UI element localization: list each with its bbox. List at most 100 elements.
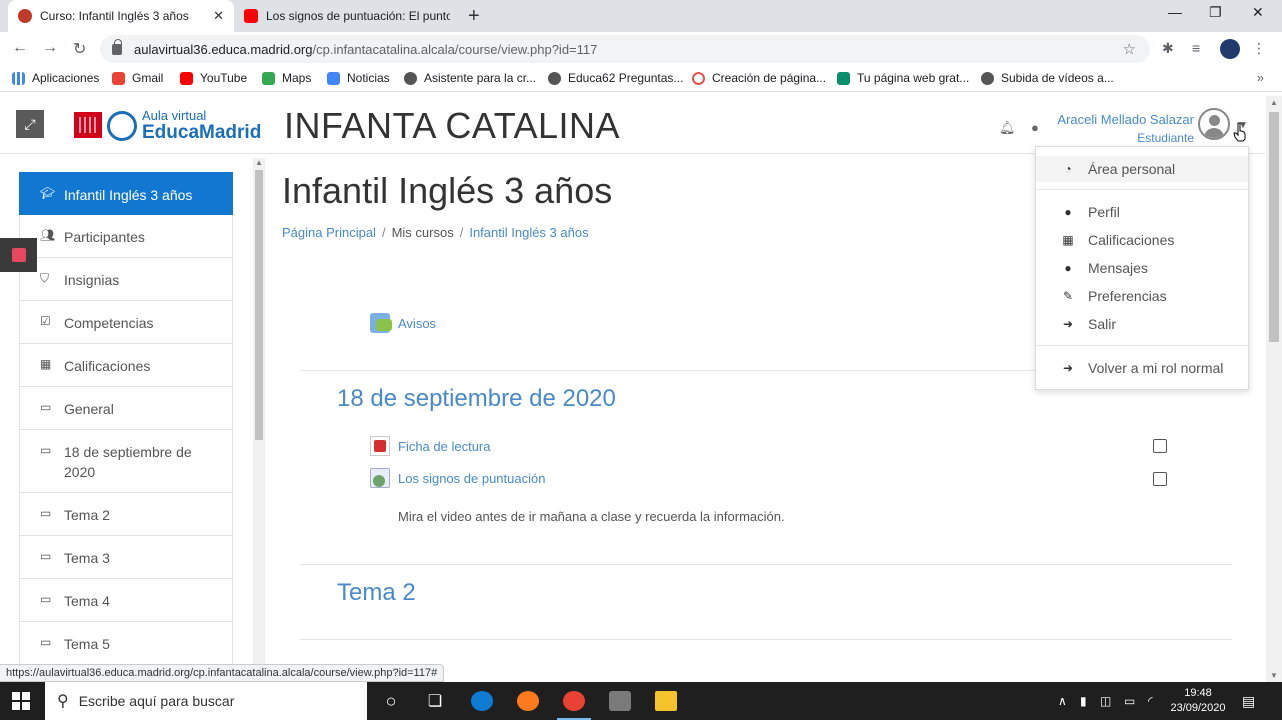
- activity-ficha-lectura[interactable]: Ficha de lectura: [370, 436, 491, 456]
- bookmark-gmail[interactable]: Gmail: [112, 71, 163, 85]
- activity-avisos[interactable]: Avisos: [370, 313, 436, 333]
- bookmark-star-icon[interactable]: ☆: [1123, 40, 1136, 58]
- sidebar-item-tema-4[interactable]: ▭ Tema 4: [19, 579, 233, 622]
- tray-expand-icon[interactable]: ∧: [1058, 694, 1067, 708]
- bookmark-educa62[interactable]: Educa62 Preguntas...: [548, 71, 683, 85]
- sidebar-item-tema-5[interactable]: ▭ Tema 5: [19, 622, 233, 665]
- sidebar-item-competencias[interactable]: ☑ Competencias: [19, 301, 233, 344]
- user-icon: ●: [1064, 205, 1072, 219]
- sidebar-item-calificaciones[interactable]: ▦ Calificaciones: [19, 344, 233, 387]
- back-icon[interactable]: ←: [12, 39, 28, 57]
- globe-icon: [404, 71, 417, 85]
- sidebar-scrollbar[interactable]: ▲: [253, 158, 265, 682]
- restore-icon[interactable]: ❐: [1209, 4, 1222, 21]
- scrollbar-thumb[interactable]: [255, 170, 263, 440]
- lock-icon: [112, 38, 122, 55]
- bookmark-asistente[interactable]: Asistente para la cr...: [404, 71, 536, 85]
- sidebar-item-participantes[interactable]: 👥︎ Participantes: [19, 215, 233, 258]
- folder-icon: ▭: [40, 506, 52, 520]
- sidebar-item-label: Competencias: [64, 315, 154, 331]
- course-title: Infantil Inglés 3 años: [282, 170, 613, 211]
- task-view-icon[interactable]: ❏: [424, 691, 446, 711]
- window-close-icon[interactable]: ✕: [1252, 4, 1264, 21]
- breadcrumb-course[interactable]: Infantil Inglés 3 años: [469, 225, 588, 240]
- bookmark-tupagina[interactable]: Tu página web grat...: [837, 71, 969, 85]
- breadcrumb-my-courses: Mis cursos: [391, 225, 454, 240]
- menu-item-label: Mensajes: [1088, 260, 1148, 276]
- address-bar[interactable]: aulavirtual36.educa.madrid.org/cp.infant…: [100, 35, 1150, 63]
- menu-item-area-personal[interactable]: ◔ Área personal: [1036, 156, 1248, 182]
- tab-title: Curso: Infantil Inglés 3 años: [40, 9, 189, 23]
- record-stop-button[interactable]: [0, 238, 37, 272]
- reload-icon[interactable]: ↻: [73, 39, 86, 59]
- sidebar-item-course[interactable]: 🎓︎ Infantil Inglés 3 años: [19, 172, 233, 215]
- cortana-icon[interactable]: ○: [380, 691, 402, 711]
- user-avatar[interactable]: [1198, 108, 1230, 140]
- chrome-icon[interactable]: [557, 691, 591, 720]
- section-title[interactable]: 18 de septiembre de 2020: [337, 385, 616, 413]
- edge-icon[interactable]: [471, 691, 493, 711]
- activity-signos-puntuacion[interactable]: Los signos de puntuación: [370, 468, 545, 488]
- expand-icon[interactable]: ⤢: [16, 110, 44, 138]
- taskbar-search[interactable]: ⚲ Escribe aquí para buscar: [45, 682, 367, 720]
- menu-item-perfil[interactable]: ● Perfil: [1036, 199, 1248, 225]
- completion-checkbox[interactable]: [1153, 472, 1167, 486]
- minimize-icon[interactable]: —: [1168, 4, 1182, 20]
- activity-label: Los signos de puntuación: [398, 470, 546, 486]
- page-scrollbar[interactable]: ▲ ▼: [1266, 96, 1282, 682]
- bookmark-noticias[interactable]: Noticias: [327, 71, 390, 85]
- profile-avatar-icon[interactable]: [1220, 39, 1240, 59]
- close-icon[interactable]: ✕: [213, 8, 224, 24]
- menu-icon[interactable]: ⋮: [1252, 40, 1266, 57]
- sidebar-item-insignias[interactable]: ⛉ Insignias: [19, 258, 233, 301]
- notifications-icon[interactable]: ▤: [1242, 693, 1255, 710]
- file-explorer-icon[interactable]: [655, 691, 677, 711]
- microphone-icon[interactable]: ▮: [1080, 694, 1087, 708]
- windows-start-icon[interactable]: [12, 692, 30, 710]
- menu-item-salir[interactable]: ➜ Salir: [1036, 311, 1248, 337]
- bookmark-subida[interactable]: Subida de vídeos a...: [981, 71, 1114, 85]
- app-icon[interactable]: [609, 691, 631, 711]
- breadcrumb-home[interactable]: Página Principal: [282, 225, 376, 240]
- more-bookmarks-icon[interactable]: »: [1257, 70, 1264, 85]
- scroll-down-icon[interactable]: ▼: [1270, 671, 1278, 680]
- menu-item-preferencias[interactable]: ✎ Preferencias: [1036, 283, 1248, 309]
- bookmark-youtube[interactable]: YouTube: [180, 71, 247, 85]
- folder-icon: ▭: [40, 443, 52, 457]
- bookmark-apps[interactable]: Aplicaciones: [12, 71, 99, 85]
- section-title[interactable]: Tema 2: [337, 579, 416, 607]
- sidebar-item-tema-3[interactable]: ▭ Tema 3: [19, 536, 233, 579]
- security-icon[interactable]: ◫: [1100, 694, 1111, 708]
- extensions-icon[interactable]: ✱: [1162, 40, 1174, 57]
- bookmark-label: Aplicaciones: [32, 71, 100, 85]
- sidebar-item-tema-2[interactable]: ▭ Tema 2: [19, 493, 233, 536]
- forward-icon[interactable]: →: [42, 39, 58, 57]
- users-icon: 👥︎: [40, 228, 56, 242]
- firefox-icon[interactable]: [517, 691, 539, 711]
- new-tab-icon[interactable]: +: [468, 5, 480, 28]
- scrollbar-thumb[interactable]: [1269, 112, 1279, 342]
- bookmark-maps[interactable]: Maps: [262, 71, 311, 85]
- wifi-icon[interactable]: ◜: [1148, 694, 1153, 708]
- system-clock[interactable]: 19:48 23/09/2020: [1170, 686, 1226, 716]
- bell-icon[interactable]: 🔔︎: [999, 120, 1016, 136]
- sidebar-item-label: Tema 5: [64, 636, 110, 652]
- sidebar-item-general[interactable]: ▭ General: [19, 387, 233, 430]
- user-name[interactable]: Araceli Mellado Salazar: [1057, 112, 1194, 127]
- menu-item-mensajes[interactable]: ● Mensajes: [1036, 255, 1248, 281]
- media-control-icon[interactable]: ≡: [1192, 40, 1200, 56]
- sidebar-item-18-septiembre[interactable]: ▭ 18 de septiembre de 2020: [19, 430, 233, 493]
- menu-item-volver-rol[interactable]: ➜ Volver a mi rol normal: [1036, 355, 1248, 381]
- scroll-up-icon[interactable]: ▲: [1270, 98, 1278, 107]
- tab-youtube[interactable]: Los signos de puntuación: El punto: [234, 0, 460, 32]
- sidebar-item-label: General: [64, 401, 114, 417]
- bookmark-creacion[interactable]: Creación de página...: [692, 71, 826, 85]
- chat-icon[interactable]: ●: [1031, 120, 1039, 135]
- menu-item-calificaciones[interactable]: ▦ Calificaciones: [1036, 227, 1248, 253]
- completion-checkbox[interactable]: [1153, 439, 1167, 453]
- forum-icon: [370, 313, 392, 333]
- scroll-up-icon[interactable]: ▲: [255, 158, 263, 167]
- tab-course[interactable]: Curso: Infantil Inglés 3 años ✕: [8, 0, 234, 32]
- bookmarks-bar: Aplicaciones Gmail YouTube Maps Noticias…: [0, 66, 1282, 92]
- battery-icon[interactable]: ▭: [1124, 694, 1135, 708]
